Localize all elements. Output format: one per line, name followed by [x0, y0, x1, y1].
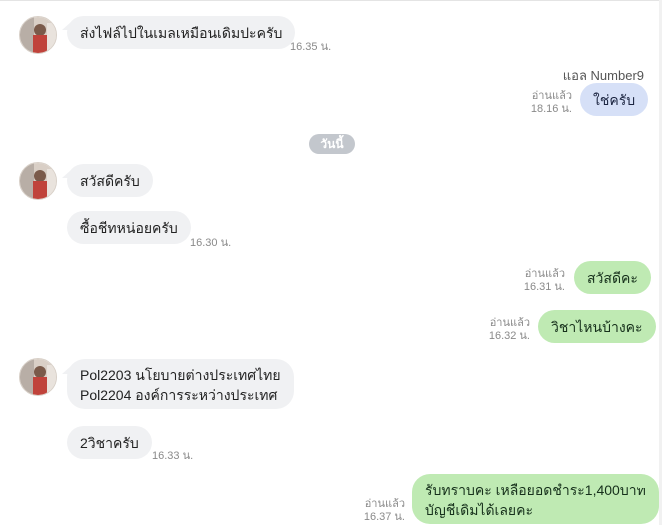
read-receipt: อ่านแล้ว 16.31 น.	[524, 268, 565, 294]
top-divider	[0, 0, 662, 1]
message-text: ใช่ครับ	[593, 92, 636, 108]
message-line: Pol2203 นโยบายต่างประเทศไทย	[80, 367, 281, 383]
message-time: 18.16 น.	[530, 103, 572, 115]
bubble-tail	[638, 316, 647, 324]
read-receipt: อ่านแล้ว 16.37 น.	[364, 498, 405, 524]
message-text: สวัสดีครับ	[80, 173, 140, 189]
read-status: อ่านแล้ว	[489, 317, 530, 329]
contact-avatar[interactable]	[19, 16, 57, 54]
message-time: 16.33 น.	[152, 450, 194, 462]
message-line: รับทราบคะ เหลือยอดชำระ1,400บาท	[425, 482, 646, 498]
read-status: อ่านแล้ว	[531, 90, 572, 102]
message-bubble-incoming[interactable]: ส่งไฟล์ไปในเมลเหมือนเดิมปะครับ	[67, 16, 296, 49]
message-line: Pol2204 องค์การระหว่างประเทศ	[80, 387, 278, 403]
message-bubble-incoming[interactable]: ซื้อชีทหน่อยครับ	[67, 211, 191, 244]
bubble-tail	[638, 89, 647, 97]
message-line: บัญชีเดิมได้เลยคะ	[425, 502, 534, 518]
message-text: 2วิชาครับ	[80, 435, 139, 451]
contact-avatar[interactable]	[19, 358, 57, 396]
message-bubble-incoming[interactable]: Pol2203 นโยบายต่างประเทศไทย Pol2204 องค์…	[67, 359, 294, 409]
message-bubble-outgoing[interactable]: ใช่ครับ	[580, 83, 649, 116]
message-bubble-outgoing[interactable]: รับทราบคะ เหลือยอดชำระ1,400บาท บัญชีเดิม…	[412, 474, 659, 524]
message-bubble-incoming[interactable]: สวัสดีครับ	[67, 164, 153, 197]
message-text: ส่งไฟล์ไปในเมลเหมือนเดิมปะครับ	[80, 25, 283, 41]
date-divider: วันนี้	[309, 134, 355, 154]
message-bubble-incoming[interactable]: 2วิชาครับ	[67, 426, 152, 459]
message-time: 16.35 น.	[290, 41, 332, 53]
message-text: สวัสดีคะ	[587, 270, 638, 286]
message-time: 16.32 น.	[488, 330, 530, 342]
message-text: วิชาไหนบ้างคะ	[551, 319, 643, 335]
read-status: อ่านแล้ว	[364, 498, 405, 510]
message-time: 16.37 น.	[363, 511, 405, 523]
read-receipt: อ่านแล้ว 16.32 น.	[489, 317, 530, 343]
message-bubble-outgoing[interactable]: วิชาไหนบ้างคะ	[538, 310, 656, 343]
message-time: 16.30 น.	[190, 237, 232, 249]
message-text: ซื้อชีทหน่อยครับ	[80, 220, 178, 236]
message-time: 16.31 น.	[523, 281, 565, 293]
bubble-tail	[638, 480, 647, 488]
read-status: อ่านแล้ว	[524, 268, 565, 280]
chat-window: ส่งไฟล์ไปในเมลเหมือนเดิมปะครับ 16.35 น. …	[0, 0, 662, 525]
read-receipt: อ่านแล้ว 18.16 น.	[531, 90, 572, 116]
bubble-tail	[638, 267, 647, 275]
message-bubble-outgoing[interactable]: สวัสดีคะ	[574, 261, 651, 294]
contact-avatar[interactable]	[19, 162, 57, 200]
